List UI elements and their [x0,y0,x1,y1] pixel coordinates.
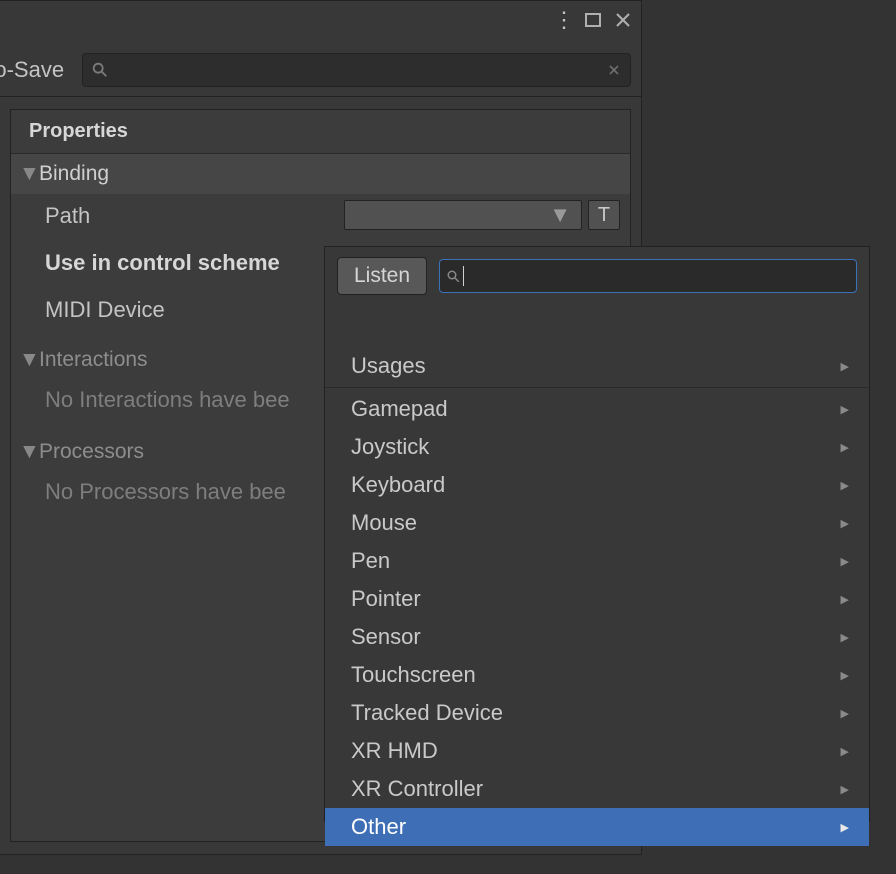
chevron-right-icon: ▶ [841,821,849,834]
path-text-toggle-button[interactable]: T [588,200,620,230]
menu-item-label: Pointer [351,586,841,612]
chevron-right-icon: ▶ [841,707,849,720]
processors-title: Processors [39,440,144,464]
menu-item-joystick[interactable]: Joystick▶ [325,428,869,466]
menu-separator [325,387,869,388]
chevron-right-icon: ▶ [841,403,849,416]
chevron-down-icon: ▼ [19,440,37,464]
menu-item-label: XR HMD [351,738,841,764]
menu-item-label: Tracked Device [351,700,841,726]
chevron-right-icon: ▶ [841,479,849,492]
menu-item-label: Keyboard [351,472,841,498]
menu-item-touchscreen[interactable]: Touchscreen▶ [325,656,869,694]
midi-device-label: MIDI Device [45,297,325,323]
chevron-right-icon: ▶ [841,360,849,373]
menu-item-other[interactable]: Other ▶ [325,808,869,846]
chevron-right-icon: ▶ [841,517,849,530]
path-field-row: Path ▼ T [11,194,630,238]
menu-item-label: Touchscreen [351,662,841,688]
clear-search-icon[interactable] [606,62,622,78]
chevron-right-icon: ▶ [841,555,849,568]
menu-item-keyboard[interactable]: Keyboard▶ [325,466,869,504]
popup-search[interactable] [439,259,857,293]
chevron-right-icon: ▶ [841,783,849,796]
chevron-right-icon: ▶ [841,745,849,758]
menu-item-mouse[interactable]: Mouse▶ [325,504,869,542]
menu-item-label: Gamepad [351,396,841,422]
kebab-icon[interactable]: ⋮ [553,7,573,33]
toolbar: uto-Save [0,43,641,97]
menu-item-gamepad[interactable]: Gamepad▶ [325,390,869,428]
use-in-scheme-label: Use in control scheme [45,250,325,276]
search-icon [91,61,109,79]
menu-item-tracked-device[interactable]: Tracked Device▶ [325,694,869,732]
menu-item-pen[interactable]: Pen▶ [325,542,869,580]
menu-item-xr-hmd[interactable]: XR HMD▶ [325,732,869,770]
chevron-right-icon: ▶ [841,441,849,454]
properties-header: Properties [11,110,630,154]
listen-button[interactable]: Listen [337,257,427,295]
chevron-down-icon: ▼ [19,162,37,186]
menu-item-label: Other [351,814,841,840]
menu-item-usages[interactable]: Usages ▶ [325,347,869,385]
menu-item-label: Mouse [351,510,841,536]
menu-item-label: Pen [351,548,841,574]
path-picker-popup: Listen Usages ▶ Gamepad▶ Joystick▶ Keybo… [324,246,870,822]
close-icon[interactable] [613,10,633,30]
menu-item-label: Usages [351,353,841,379]
chevron-down-icon: ▼ [549,202,571,228]
menu-item-label: XR Controller [351,776,841,802]
menu-item-label: Joystick [351,434,841,460]
popup-toolbar: Listen [325,247,869,305]
binding-title: Binding [39,162,109,186]
menu-item-label: Sensor [351,624,841,650]
interactions-title: Interactions [39,348,148,372]
toolbar-search[interactable] [82,53,631,87]
text-caret [463,266,464,286]
search-icon [446,269,461,284]
path-label: Path [45,203,325,229]
binding-foldout[interactable]: ▼ Binding [11,154,630,194]
autosave-label: uto-Save [0,57,64,83]
menu-item-xr-controller[interactable]: XR Controller▶ [325,770,869,808]
chevron-down-icon: ▼ [19,348,37,372]
chevron-right-icon: ▶ [841,593,849,606]
chevron-right-icon: ▶ [841,631,849,644]
menu-item-pointer[interactable]: Pointer▶ [325,580,869,618]
chevron-right-icon: ▶ [841,669,849,682]
path-dropdown[interactable]: ▼ [344,200,582,230]
maximize-icon[interactable] [583,10,603,30]
window-controls: ⋮ [553,7,633,33]
menu-item-sensor[interactable]: Sensor▶ [325,618,869,656]
